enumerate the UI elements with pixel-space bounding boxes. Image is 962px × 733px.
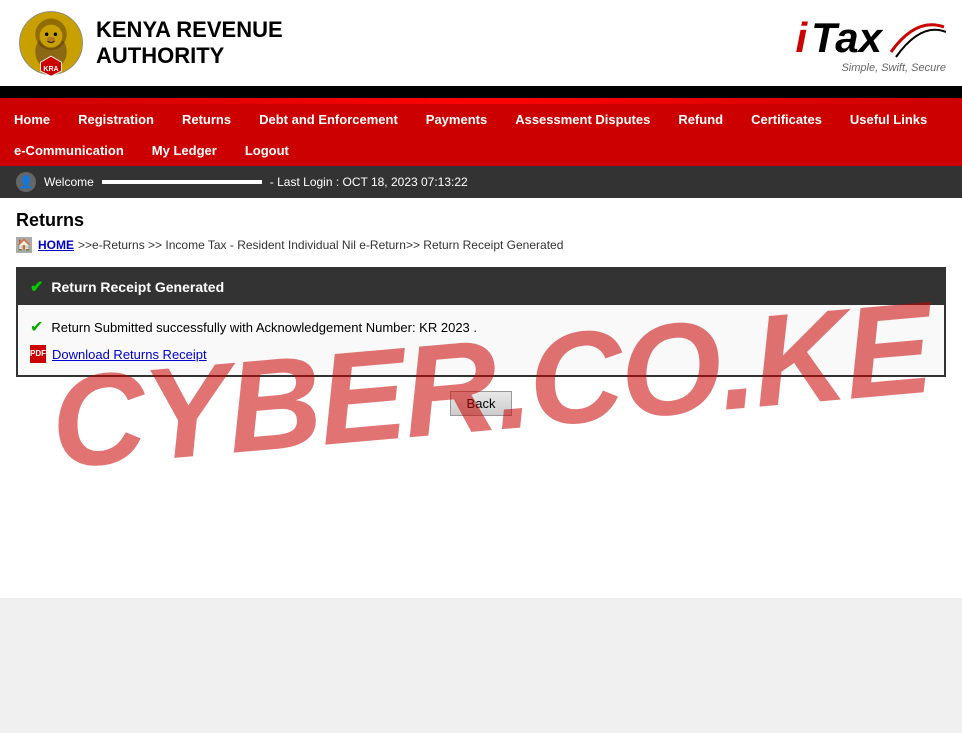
nav-assessment-disputes[interactable]: Assessment Disputes [501,104,664,135]
pdf-icon: PDF [30,345,46,363]
black-divider-bar [0,90,962,98]
download-receipt-link[interactable]: Download Returns Receipt [52,347,207,362]
kra-name: Kenya Revenue Authority [96,17,283,70]
main-content-area: Returns 🏠 HOME >>e-Returns >> Income Tax… [0,198,962,598]
welcome-bar: 👤 Welcome - Last Login : OCT 18, 2023 07… [0,166,962,198]
nav-refund[interactable]: Refund [664,104,737,135]
breadcrumb-path: >>e-Returns >> Income Tax - Resident Ind… [78,238,563,252]
kra-lion-icon: KRA [16,8,86,78]
page-title: Returns [16,210,946,231]
nav-e-communication[interactable]: e-Communication [0,135,138,166]
nav-returns[interactable]: Returns [168,104,245,135]
receipt-success-row: ✔ Return Submitted successfully with Ack… [30,317,932,337]
main-navigation: Home Registration Returns Debt and Enfor… [0,104,962,166]
nav-payments[interactable]: Payments [412,104,501,135]
welcome-username [102,180,262,184]
nav-debt-enforcement[interactable]: Debt and Enforcement [245,104,412,135]
welcome-label: Welcome [44,175,94,189]
receipt-header-bar: ✔ Return Receipt Generated [18,269,944,305]
back-button-row: Back [16,391,946,416]
receipt-download-row: PDF Download Returns Receipt [30,345,932,363]
itax-logo-area: i Tax Simple, Swift, Secure [796,12,947,74]
home-icon: 🏠 [16,237,32,253]
nav-home[interactable]: Home [0,104,64,135]
receipt-header-title: Return Receipt Generated [51,279,224,295]
receipt-box: ✔ Return Receipt Generated ✔ Return Subm… [16,267,946,377]
nav-useful-links[interactable]: Useful Links [836,104,941,135]
nav-my-ledger[interactable]: My Ledger [138,135,231,166]
nav-certificates[interactable]: Certificates [737,104,836,135]
kra-name-line2: Authority [96,43,283,69]
kra-name-line1: Kenya Revenue [96,17,283,43]
kra-logo-area: KRA Kenya Revenue Authority [16,8,283,78]
nav-registration[interactable]: Registration [64,104,168,135]
breadcrumb-home-link[interactable]: HOME [38,238,74,252]
last-login-text: - Last Login : OCT 18, 2023 07:13:22 [270,175,468,189]
user-avatar-icon: 👤 [16,172,36,192]
svg-text:KRA: KRA [43,66,58,73]
green-check-icon: ✔ [30,277,43,297]
back-button[interactable]: Back [450,391,513,416]
itax-tagline: Simple, Swift, Secure [841,62,946,74]
itax-i: i [796,14,808,62]
itax-swoosh-icon [886,12,946,62]
breadcrumb: 🏠 HOME >>e-Returns >> Income Tax - Resid… [16,237,946,253]
page-header: KRA Kenya Revenue Authority i Tax Simple… [0,0,962,90]
success-check-icon: ✔ [30,317,43,337]
nav-logout[interactable]: Logout [231,135,303,166]
receipt-success-message: Return Submitted successfully with Ackno… [51,320,477,335]
itax-tax: Tax [811,14,882,62]
receipt-body: ✔ Return Submitted successfully with Ack… [18,305,944,375]
